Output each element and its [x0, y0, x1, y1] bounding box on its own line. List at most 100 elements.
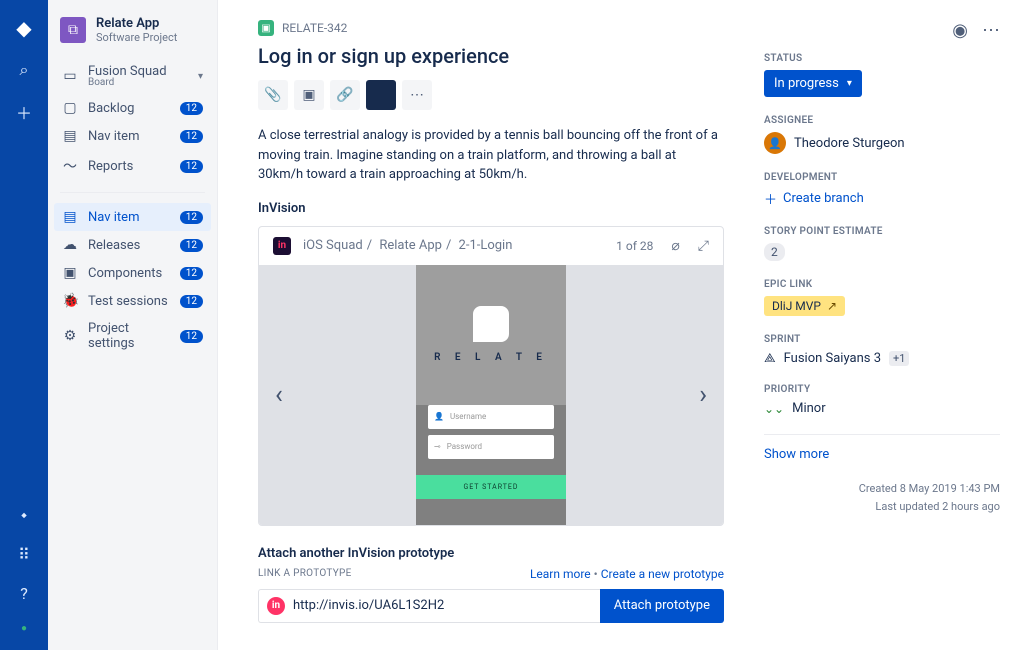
external-link-icon: ↗ [827, 299, 837, 313]
watch-icon[interactable]: ◉ [952, 20, 968, 41]
jira-logo[interactable]: ◆ [16, 16, 31, 40]
link-icon[interactable]: 🔗 [330, 80, 360, 110]
count-badge: 12 [180, 330, 203, 343]
sidebar-item-backlog[interactable]: ▢Backlog12 [54, 94, 211, 122]
issue-key-row[interactable]: ▣ RELATE-342 [258, 20, 724, 36]
sidebar-item-project-settings[interactable]: ⚙Project settings12 [54, 315, 211, 357]
expand-icon[interactable]: ⤢ [698, 238, 709, 254]
relate-logo-icon [473, 306, 509, 342]
status-dropdown[interactable]: In progress▾ [764, 70, 862, 97]
more-icon[interactable]: ⋯ [982, 20, 1000, 41]
sidebar-item-reports[interactable]: 〜 Reports 12 [54, 150, 211, 182]
epic-link-value[interactable]: DliJ MVP↗ [764, 296, 845, 316]
attach-subtitle: LINK A PROTOTYPE [258, 568, 352, 579]
search-icon[interactable]: ⌕ [20, 60, 29, 80]
nav-label: Releases [88, 238, 170, 253]
issue-title[interactable]: Log in or sign up experience [258, 44, 724, 68]
issue-description[interactable]: A close terrestrial analogy is provided … [258, 126, 724, 185]
apps-icon[interactable]: ⠿ [18, 545, 30, 564]
sprint-label: SPRINT [764, 334, 1000, 345]
global-nav: ◆ ⌕ ＋ ⬩ ⠿ ? ● [0, 0, 48, 650]
prototype-url-input[interactable]: in http://invis.io/UA6L1S2H2 [258, 589, 600, 623]
next-arrow-icon[interactable]: › [699, 380, 707, 410]
learn-more-link[interactable]: Learn more [530, 567, 591, 581]
invision-logo-icon: in [273, 237, 291, 255]
epic-link-label: EPIC LINK [764, 279, 1000, 290]
mock-username-input: 👤Username [428, 405, 554, 429]
assignee-avatar: 👤 [764, 132, 786, 154]
create-branch-link[interactable]: ＋Create branch [764, 189, 1000, 208]
invision-body: ‹ R E L A T E 👤Username ⊸Password GET ST… [259, 265, 723, 525]
nav-icon: 〜 [62, 156, 78, 176]
assignee-label: ASSIGNEE [764, 115, 1000, 126]
nav-label: Reports [88, 159, 170, 174]
story-points-value[interactable]: 2 [764, 243, 785, 261]
priority-value[interactable]: ⌄⌄ Minor [764, 401, 1000, 416]
addon-icon[interactable] [366, 80, 396, 110]
assignee-value[interactable]: 👤 Theodore Sturgeon [764, 132, 1000, 154]
nav-icon: ▭ [62, 68, 78, 84]
invision-breadcrumb[interactable]: iOS Squad/ Relate App/ 2-1-Login [301, 238, 606, 253]
attach-prototype-button[interactable]: Attach prototype [600, 589, 724, 623]
inspect-icon[interactable]: ⌀ [671, 238, 679, 254]
story-points-label: STORY POINT ESTIMATE [764, 226, 1000, 237]
nav-label: Fusion SquadBoard [88, 64, 188, 88]
relate-brand: R E L A T E [434, 352, 548, 363]
count-badge: 12 [180, 239, 203, 252]
create-icon[interactable]: ＋ [16, 100, 32, 124]
issue-dates: Created 8 May 2019 1:43 PM Last updated … [764, 480, 1000, 515]
project-subtitle: Software Project [96, 31, 177, 44]
issue-type-icon: ▣ [258, 20, 274, 36]
count-badge: 12 [180, 160, 203, 173]
sidebar-item-nav-item[interactable]: ▤Nav item12 [54, 203, 211, 231]
mock-cta-button: GET STARTED [416, 475, 566, 499]
nav-icon: ☁ [62, 237, 78, 253]
nav-icon: ▤ [62, 128, 78, 144]
create-prototype-link[interactable]: Create a new prototype [601, 567, 724, 581]
plus-icon: ＋ [764, 189, 777, 208]
sidebar-item-fusion-squad[interactable]: ▭ Fusion SquadBoard ▾ [54, 58, 211, 94]
chevron-down-icon: ▾ [198, 71, 203, 82]
count-badge: 12 [180, 102, 203, 115]
nav-label: Nav item [88, 129, 170, 144]
nav-label: Backlog [88, 101, 170, 116]
priority-minor-icon: ⌄⌄ [764, 402, 784, 416]
prev-arrow-icon[interactable]: ‹ [275, 380, 283, 410]
sidebar-item-nav-item[interactable]: ▤ Nav item 12 [54, 122, 211, 150]
nav-label: Components [88, 266, 170, 281]
invision-header: in iOS Squad/ Relate App/ 2-1-Login 1 of… [259, 227, 723, 265]
attach-icon[interactable]: 📎 [258, 80, 288, 110]
issue-actions: 📎 ▣ 🔗 ⋯ [258, 80, 724, 110]
sidebar-item-components[interactable]: ▣Components12 [54, 259, 211, 287]
project-title: Relate App [96, 16, 177, 31]
issue-key: RELATE-342 [282, 21, 347, 35]
nav-label: Nav item [88, 210, 170, 225]
count-badge: 12 [180, 130, 203, 143]
issue-details-panel: ◉ ⋯ STATUS In progress▾ ASSIGNEE 👤 Theod… [764, 0, 1024, 650]
invision-section-label: InVision [258, 201, 724, 216]
more-actions-icon[interactable]: ⋯ [402, 80, 432, 110]
details-divider [764, 434, 1000, 435]
nav-icon: ▤ [62, 209, 78, 225]
status-label: STATUS [764, 53, 1000, 64]
nav-icon: ▣ [62, 265, 78, 281]
help-icon[interactable]: ? [20, 584, 28, 603]
subtask-icon[interactable]: ▣ [294, 80, 324, 110]
priority-label: PRIORITY [764, 384, 1000, 395]
issue-main: ▣ RELATE-342 Log in or sign up experienc… [218, 0, 764, 650]
project-sidebar: ⧉ Relate App Software Project ▭ Fusion Sq… [48, 0, 218, 650]
invision-card: in iOS Squad/ Relate App/ 2-1-Login 1 of… [258, 226, 724, 526]
presence-icon: ● [21, 623, 27, 634]
chevron-down-icon: ▾ [847, 78, 852, 89]
invision-screen[interactable]: R E L A T E 👤Username ⊸Password GET STAR… [416, 265, 566, 525]
sprint-icon: ⟁ [764, 351, 776, 366]
sidebar-item-test-sessions[interactable]: 🐞Test sessions12 [54, 287, 211, 315]
rocket-icon[interactable]: ⬩ [21, 505, 27, 525]
show-more-link[interactable]: Show more [764, 447, 1000, 462]
attach-section: Attach another InVision prototype LINK A… [258, 546, 724, 623]
count-badge: 12 [180, 295, 203, 308]
mock-password-input: ⊸Password [428, 435, 554, 459]
sprint-value[interactable]: ⟁ Fusion Saiyans 3 +1 [764, 351, 1000, 366]
sidebar-item-releases[interactable]: ☁ Releases 12 [54, 231, 211, 259]
project-header[interactable]: ⧉ Relate App Software Project [48, 12, 217, 56]
